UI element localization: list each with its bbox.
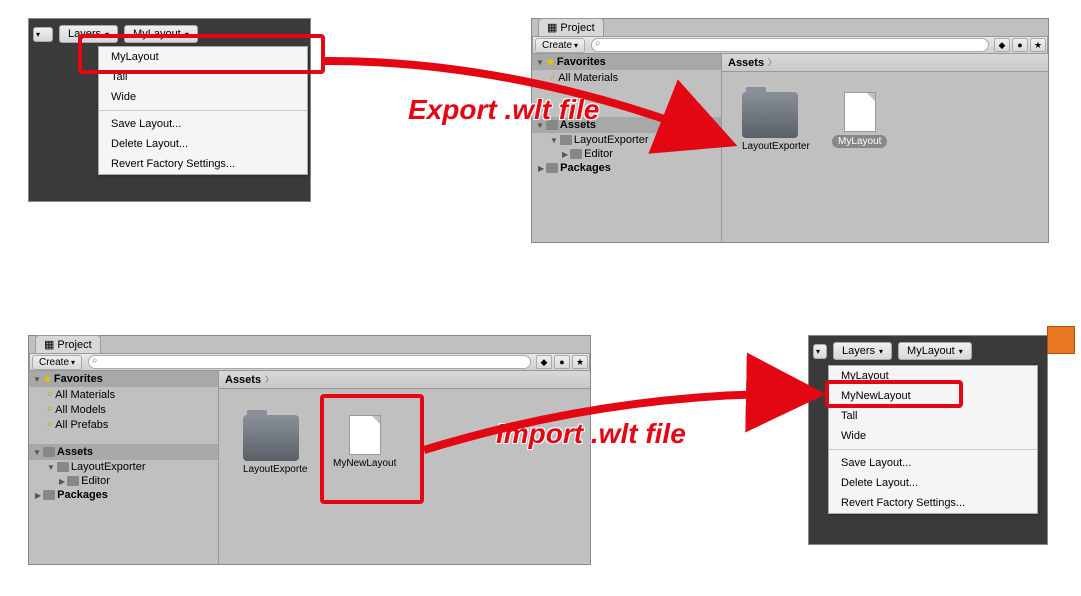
search-input-2[interactable] bbox=[88, 355, 531, 369]
assets-content: Assets〉 LayoutExporter MyLayout bbox=[722, 54, 1048, 242]
asset-folder-layoutexporter-2[interactable]: LayoutExporte bbox=[243, 415, 308, 475]
filter-icon[interactable]: ◆ bbox=[994, 38, 1010, 52]
highlight-mynewlayout-menu bbox=[825, 380, 963, 408]
asset-folder-layoutexporter[interactable]: LayoutExporter bbox=[742, 92, 810, 152]
dropdown-stub-2[interactable] bbox=[813, 344, 827, 359]
folder-big-icon bbox=[243, 415, 299, 461]
highlight-mylayout-menu bbox=[78, 34, 325, 74]
label-icon-2[interactable]: ● bbox=[554, 355, 570, 369]
asset-file-mylayout[interactable]: MyLayout bbox=[832, 92, 887, 148]
star-icon-2[interactable]: ★ bbox=[572, 355, 588, 369]
tree-packages-2[interactable]: ▶Packages bbox=[29, 488, 218, 502]
orange-square bbox=[1047, 326, 1075, 354]
menu2-item-wide[interactable]: Wide bbox=[829, 426, 1037, 446]
menu2-item-tall[interactable]: Tall bbox=[829, 406, 1037, 426]
menu-item-save[interactable]: Save Layout... bbox=[99, 114, 307, 134]
menu2-item-delete[interactable]: Delete Layout... bbox=[829, 473, 1037, 493]
folder-icon bbox=[67, 476, 79, 486]
folder-big-icon bbox=[742, 92, 798, 138]
dropdown-stub[interactable] bbox=[33, 27, 53, 42]
star-icon[interactable]: ★ bbox=[1030, 38, 1046, 52]
highlight-mynewlayout-file bbox=[320, 394, 424, 504]
menu-item-delete[interactable]: Delete Layout... bbox=[99, 134, 307, 154]
folder-icon bbox=[57, 462, 69, 472]
project-tree-2: ▼★Favorites ⌕All Materials ⌕All Models ⌕… bbox=[29, 371, 219, 564]
folder-icon bbox=[546, 163, 558, 173]
project-tab-2[interactable]: ▦ Project bbox=[35, 335, 101, 353]
project-icon: ▦ bbox=[44, 338, 54, 351]
search-input[interactable] bbox=[591, 38, 989, 52]
fav-all-materials-2[interactable]: ⌕All Materials bbox=[29, 387, 218, 402]
tree-layoutexporter-2[interactable]: ▼LayoutExporter bbox=[29, 460, 218, 474]
import-arrow bbox=[420, 380, 830, 460]
fav-all-models[interactable]: ⌕All Models bbox=[29, 402, 218, 417]
export-arrow bbox=[320, 55, 750, 155]
folder-icon bbox=[43, 447, 55, 457]
project-tab[interactable]: ▦ Project bbox=[538, 18, 604, 36]
layers-dropdown-2[interactable]: Layers bbox=[833, 342, 892, 360]
tree-packages[interactable]: ▶Packages bbox=[532, 161, 721, 175]
menu2-item-revert[interactable]: Revert Factory Settings... bbox=[829, 493, 1037, 513]
fav-all-prefabs[interactable]: ⌕All Prefabs bbox=[29, 417, 218, 432]
tree-editor-2[interactable]: ▶Editor bbox=[29, 474, 218, 488]
label-icon[interactable]: ● bbox=[1012, 38, 1028, 52]
create-button-2[interactable]: Create▾ bbox=[32, 355, 82, 370]
menu2-item-save[interactable]: Save Layout... bbox=[829, 453, 1037, 473]
breadcrumb[interactable]: Assets〉 bbox=[722, 54, 1048, 72]
assets-header-2[interactable]: ▼Assets bbox=[29, 444, 218, 460]
folder-icon bbox=[43, 490, 55, 500]
filter-icon-2[interactable]: ◆ bbox=[536, 355, 552, 369]
menu-item-revert[interactable]: Revert Factory Settings... bbox=[99, 154, 307, 174]
layout-dropdown-2[interactable]: MyLayout bbox=[898, 342, 972, 360]
create-button[interactable]: Create▾ bbox=[535, 38, 585, 53]
project-icon: ▦ bbox=[547, 21, 557, 34]
menu-separator-2 bbox=[829, 449, 1037, 450]
favorites-header-2[interactable]: ▼★Favorites bbox=[29, 371, 218, 387]
menu-item-wide[interactable]: Wide bbox=[99, 87, 307, 107]
file-icon bbox=[844, 92, 876, 132]
menu-separator bbox=[99, 110, 307, 111]
